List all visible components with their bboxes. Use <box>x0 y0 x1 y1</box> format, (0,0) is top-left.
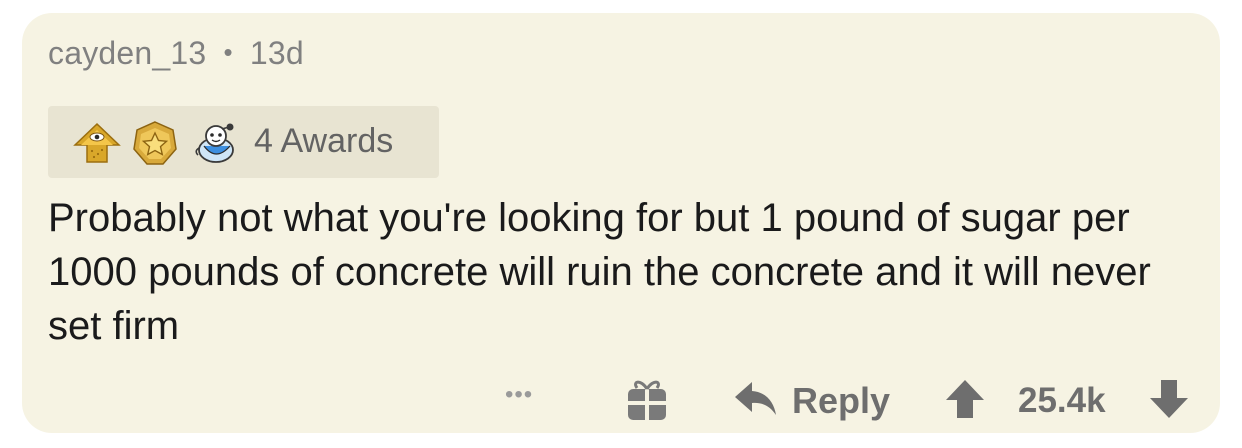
reply-arrow-icon <box>734 380 778 418</box>
more-options-icon[interactable]: ••• <box>505 381 533 409</box>
awards-bar[interactable]: 4 Awards <box>48 106 439 178</box>
meta-separator: • <box>223 37 233 67</box>
comment-body: Probably not what you're looking for but… <box>48 196 1151 348</box>
all-seeing-upvote-icon <box>72 118 122 168</box>
wholesome-seal-award-icon <box>190 118 240 168</box>
gift-award-icon[interactable] <box>624 377 670 423</box>
vote-score: 25.4k <box>1018 381 1106 420</box>
comment-card: cayden_13 • 13d 4 Awards Probably not wh… <box>22 13 1220 433</box>
awards-count-label: 4 Awards <box>254 122 394 160</box>
author-username[interactable]: cayden_13 <box>48 35 206 71</box>
gold-star-award-icon <box>130 118 180 168</box>
downvote-arrow-icon[interactable] <box>1148 378 1190 420</box>
comment-age[interactable]: 13d <box>250 35 304 71</box>
comment-actions: ••• Reply 25.4k <box>22 375 1220 425</box>
upvote-arrow-icon[interactable] <box>944 378 986 420</box>
comment-meta: cayden_13 • 13d <box>48 35 304 72</box>
reply-label: Reply <box>792 380 891 421</box>
